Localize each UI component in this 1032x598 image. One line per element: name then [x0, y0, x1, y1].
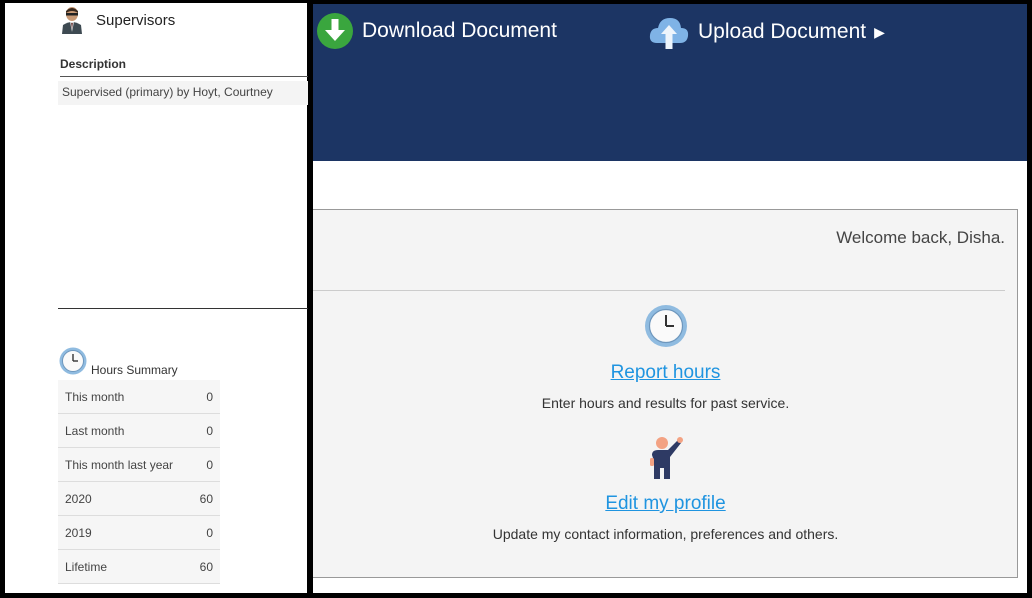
- clock-icon: [644, 305, 687, 347]
- supervisors-header: Supervisors: [60, 4, 175, 36]
- upload-document-button[interactable]: Upload Document ▶: [648, 12, 885, 52]
- volunteer-icon: [649, 437, 683, 479]
- hours-value: 60: [190, 481, 220, 516]
- caret-right-icon: ▶: [874, 23, 885, 40]
- edit-profile-description: Update my contact information, preferenc…: [492, 526, 839, 542]
- hours-label: Last month: [58, 413, 191, 448]
- hours-label: Lifetime: [58, 549, 191, 584]
- welcome-message: Welcome back, Disha.: [836, 228, 1005, 247]
- table-row: 2019 0: [58, 515, 220, 550]
- hours-label: This month last year: [58, 447, 191, 482]
- description-column-header: Description: [60, 57, 308, 77]
- cloud-upload-icon: [649, 18, 689, 49]
- report-hours-description: Enter hours and results for past service…: [541, 395, 790, 411]
- report-hours-action: Report hours Enter hours and results for…: [313, 304, 1018, 411]
- download-icon: [317, 13, 353, 49]
- hours-summary-header: Hours Summary: [58, 346, 178, 377]
- hours-label: 2019: [58, 515, 191, 550]
- edit-profile-link[interactable]: Edit my profile: [605, 493, 725, 515]
- edit-profile-action: Edit my profile Update my contact inform…: [313, 435, 1018, 542]
- table-row: 2020 60: [58, 481, 220, 516]
- supervisor-icon: [62, 7, 82, 34]
- hours-value: 0: [190, 447, 220, 482]
- hours-label: 2020: [58, 481, 191, 516]
- report-hours-link[interactable]: Report hours: [611, 362, 721, 384]
- upload-document-label: Upload Document: [698, 20, 867, 43]
- hours-summary-table: This month 0 Last month 0 This month last …: [58, 380, 220, 584]
- supervisor-row: Supervised (primary) by Hoyt, Courtney: [58, 81, 308, 105]
- hours-value: 0: [190, 515, 220, 550]
- frame-border-right: [1027, 0, 1032, 598]
- hours-value: 60: [190, 549, 220, 584]
- hours-summary-title: Hours Summary: [91, 363, 178, 377]
- hours-value: 0: [190, 413, 220, 448]
- download-document-button[interactable]: Download Document: [316, 12, 557, 50]
- hours-label: This month: [58, 380, 191, 414]
- frame-border-bottom: [0, 593, 1032, 598]
- clock-icon: [59, 347, 87, 375]
- table-row: Last month 0: [58, 413, 220, 448]
- section-divider: [58, 308, 308, 309]
- table-row: This month last year 0: [58, 447, 220, 482]
- panel-divider: [313, 290, 1005, 291]
- frame-border-left: [0, 0, 5, 598]
- hours-value: 0: [190, 380, 220, 414]
- frame-border-top-left: [0, 0, 312, 3]
- download-document-label: Download Document: [362, 19, 557, 42]
- table-row: Lifetime 60: [58, 549, 220, 584]
- supervisors-title: Supervisors: [96, 11, 176, 29]
- table-row: This month 0: [58, 380, 220, 414]
- dashboard-panel: Welcome back, Disha. Report hours Enter …: [313, 209, 1018, 578]
